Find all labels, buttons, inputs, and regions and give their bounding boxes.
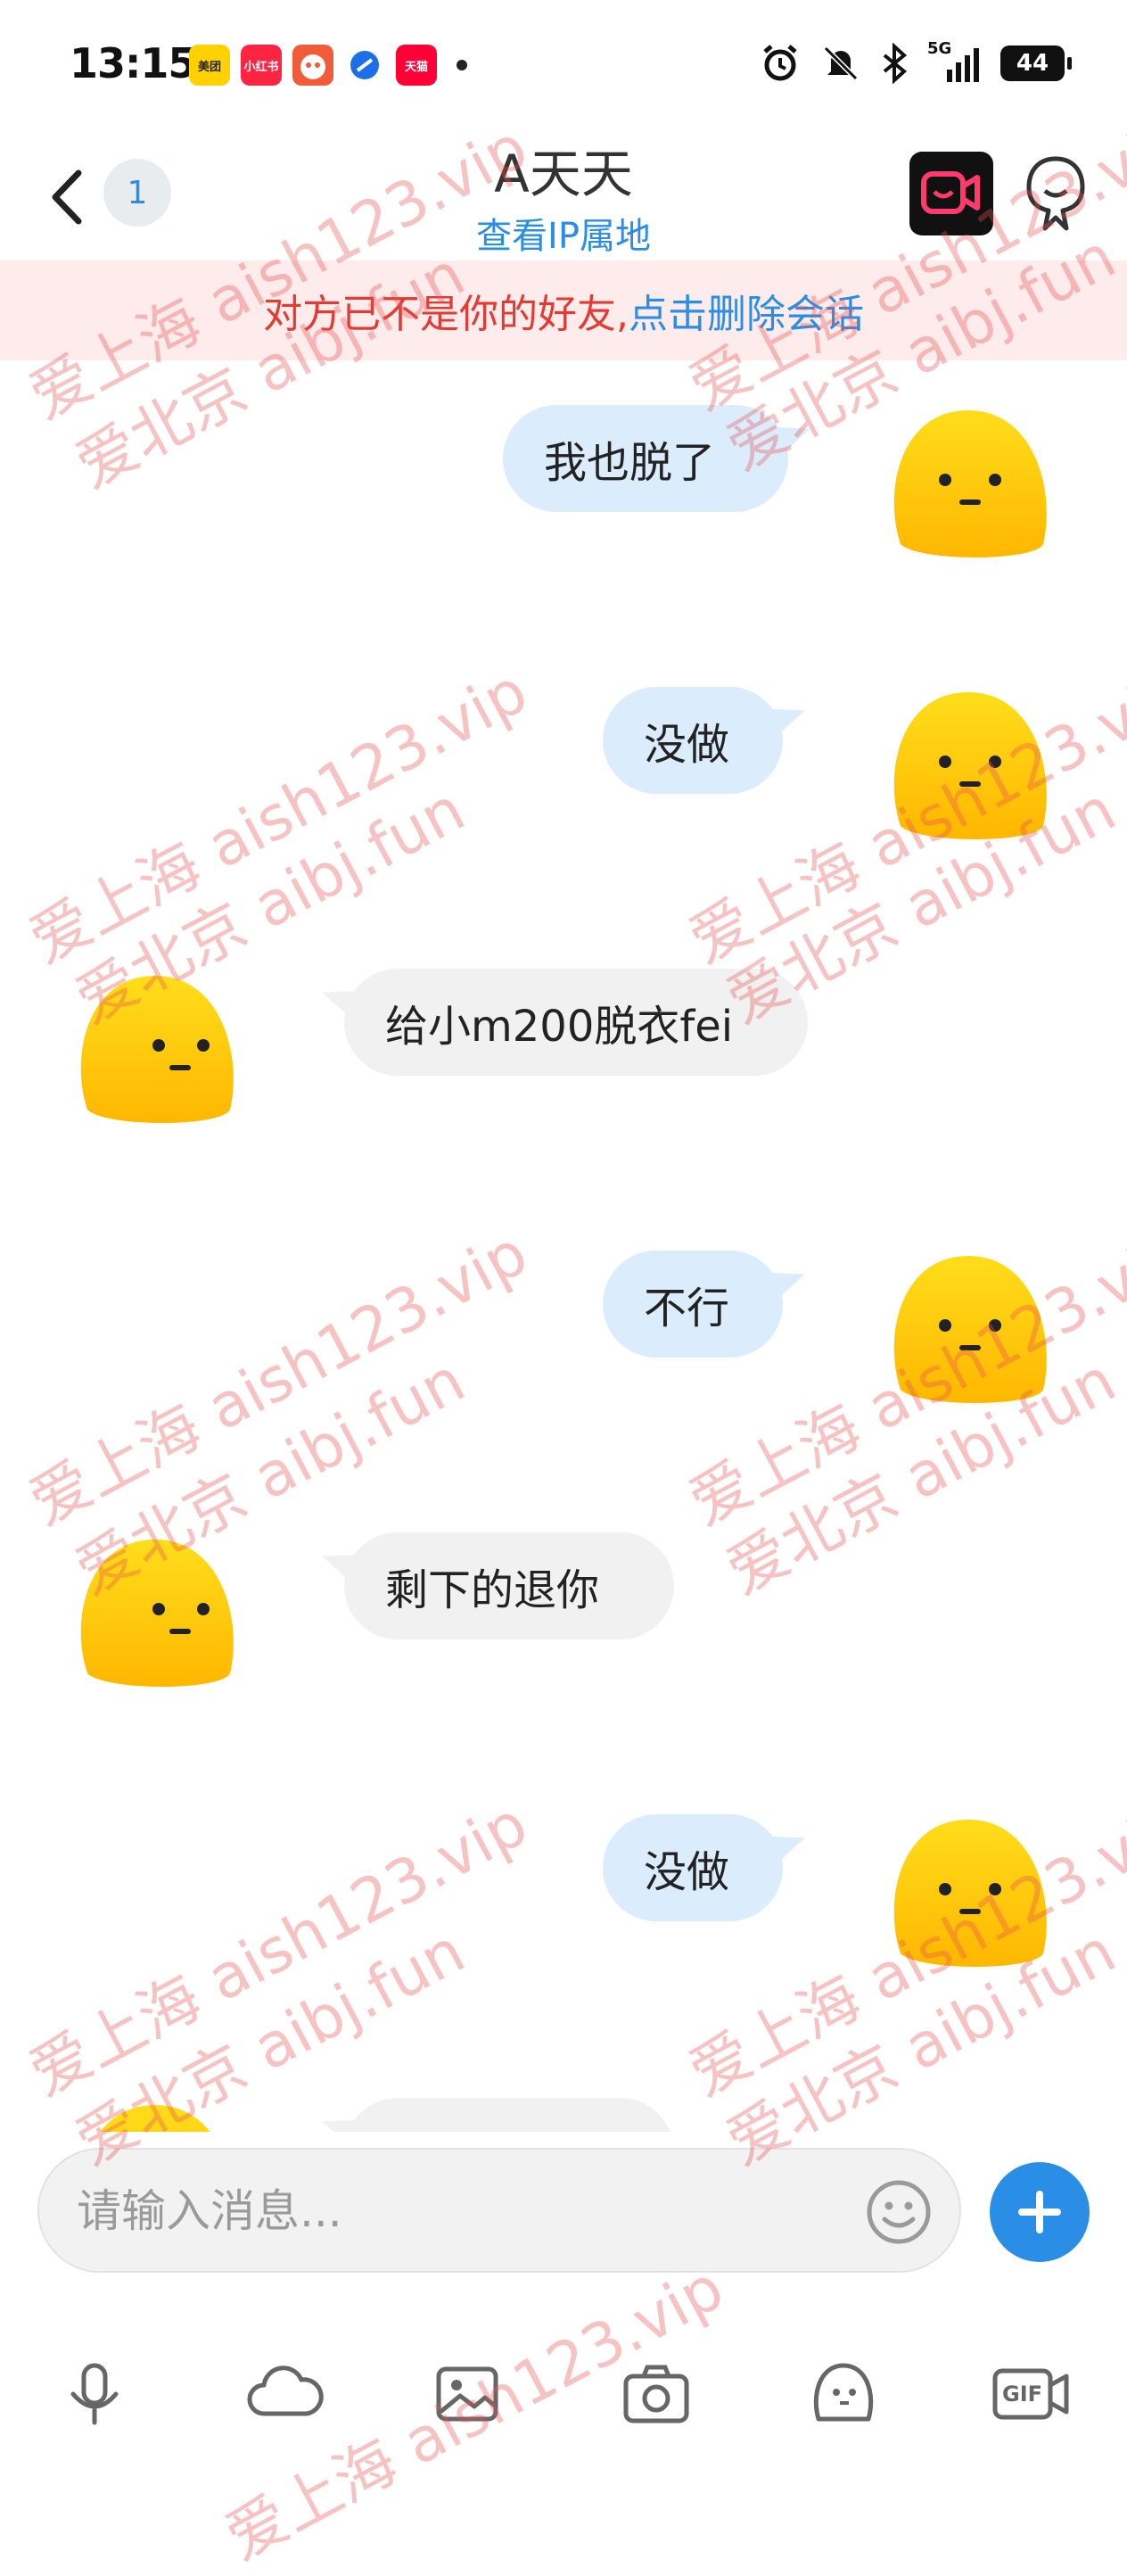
emoji-icon[interactable] <box>865 2178 933 2246</box>
message-bubble-contact[interactable]: 给个圈圈吧 <box>344 2098 674 2132</box>
add-button[interactable] <box>990 2162 1090 2262</box>
video-call-button[interactable] <box>909 152 993 235</box>
my-avatar[interactable] <box>883 683 1056 844</box>
input-toolbar: GIF <box>0 2319 1127 2462</box>
system-icons: 5G 44 <box>760 39 1072 84</box>
video-camera-icon <box>921 171 980 214</box>
profile-button[interactable] <box>1018 153 1093 234</box>
my-avatar[interactable] <box>883 401 1056 562</box>
message-bubble-me[interactable]: 没做 <box>603 1814 783 1921</box>
clipped-message-area: 给个圈圈吧 <box>0 2087 1127 2132</box>
alarm-icon <box>763 45 797 81</box>
cloud-icon[interactable] <box>244 2358 325 2430</box>
signal-icon: 5G <box>927 39 981 84</box>
gif-button[interactable]: GIF <box>991 2358 1072 2430</box>
message-bubble-contact[interactable]: 剩下的退你 <box>344 1532 674 1639</box>
sticker-icon[interactable] <box>808 2358 879 2430</box>
plus-icon <box>1018 2191 1061 2233</box>
tmall-icon: 天猫 <box>396 45 437 86</box>
contact-avatar[interactable] <box>70 1531 243 1691</box>
gif-label: GIF <box>1002 2382 1043 2407</box>
delete-conversation-link[interactable]: 点击删除会话 <box>629 282 864 339</box>
message-bubble-me[interactable]: 没做 <box>603 687 783 794</box>
watermark: 爱北京 aibj.fun <box>64 1916 476 2180</box>
game-app-icon <box>292 45 333 86</box>
message-input[interactable] <box>75 2176 845 2246</box>
my-avatar[interactable] <box>883 1811 1056 1971</box>
meituan-icon: 美团 <box>189 45 230 86</box>
watermark: 爱上海 aish123.vip <box>18 656 539 978</box>
person-icon <box>1026 156 1085 231</box>
xiaohongshu-icon: 小红书 <box>241 45 282 86</box>
battery-icon: 44 <box>1000 45 1072 81</box>
more-notifications-dot <box>457 60 467 70</box>
image-icon[interactable] <box>432 2358 503 2430</box>
contact-avatar[interactable] <box>70 967 243 1127</box>
message-bubble-contact[interactable]: 给小m200脱衣fei <box>344 969 808 1076</box>
notification-app-icons: 美团 小红书 天猫 <box>189 45 467 86</box>
status-bar: 13:15 美团 小红书 天猫 5G 44 <box>0 0 1127 134</box>
browser-app-icon <box>344 45 385 86</box>
watermark: 爱上海 aish123.vip <box>18 1218 539 1540</box>
message-bubble-me[interactable]: 我也脱了 <box>503 405 788 512</box>
contact-avatar[interactable] <box>70 2096 243 2132</box>
voice-icon[interactable] <box>59 2358 130 2430</box>
bluetooth-icon <box>883 43 908 84</box>
not-friend-banner: 对方已不是你的好友, 点击删除会话 <box>0 260 1127 360</box>
my-avatar[interactable] <box>883 1247 1056 1408</box>
camera-icon[interactable] <box>621 2358 692 2430</box>
watermark: 爱上海 aish123.vip <box>18 1788 539 2110</box>
message-input-bar <box>37 2148 961 2273</box>
not-friend-warning: 对方已不是你的好友, <box>263 292 629 337</box>
mute-icon <box>823 45 859 81</box>
status-time: 13:15 <box>70 39 196 87</box>
message-bubble-me[interactable]: 不行 <box>603 1251 783 1358</box>
